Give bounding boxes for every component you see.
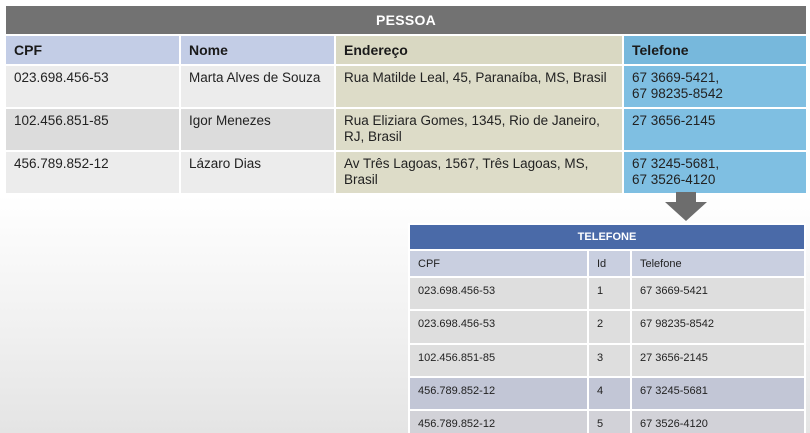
telefone-line: 27 3656-2145 bbox=[632, 113, 716, 128]
id-cell: 1 bbox=[587, 276, 632, 311]
telefone-cell: 27 3656-2145 bbox=[629, 343, 807, 378]
table-row: 102.456.851-85 Igor Menezes Rua Eliziara… bbox=[4, 107, 809, 152]
telefone-line: 67 3526-4120 bbox=[632, 172, 716, 187]
table-row: 456.789.852-12 4 67 3245-5681 bbox=[408, 376, 807, 411]
table-row: 456.789.852-12 5 67 3526-4120 bbox=[408, 409, 807, 433]
nome-cell: Igor Menezes bbox=[179, 107, 336, 152]
endereco-cell: Av Três Lagoas, 1567, Três Lagoas, MS, B… bbox=[334, 150, 624, 195]
telefone-cell: 67 3245-5681, 67 3526-4120 bbox=[621, 150, 809, 195]
id-cell: 5 bbox=[587, 409, 632, 433]
telefone-cell: 67 98235-8542 bbox=[629, 309, 807, 345]
cpf-cell: 023.698.456-53 bbox=[408, 276, 589, 311]
column-header-nome: Nome bbox=[179, 34, 336, 66]
cpf-cell: 023.698.456-53 bbox=[408, 309, 589, 345]
column-header-cpf: CPF bbox=[4, 34, 181, 66]
table-row: 023.698.456-53 2 67 98235-8542 bbox=[408, 309, 807, 345]
endereco-cell: Rua Matilde Leal, 45, Paranaíba, MS, Bra… bbox=[334, 64, 624, 109]
endereco-cell: Rua Eliziara Gomes, 1345, Rio de Janeiro… bbox=[334, 107, 624, 152]
nome-cell: Marta Alves de Souza bbox=[179, 64, 336, 109]
id-cell: 3 bbox=[587, 343, 632, 378]
table-row: 023.698.456-53 Marta Alves de Souza Rua … bbox=[4, 64, 809, 109]
pessoa-table-title: PESSOA bbox=[3, 4, 809, 36]
column-header-id: Id bbox=[587, 249, 632, 278]
down-arrow-icon bbox=[665, 192, 707, 221]
cpf-cell: 102.456.851-85 bbox=[408, 343, 589, 378]
telefone-cell: 67 3526-4120 bbox=[629, 409, 807, 433]
table-row: 023.698.456-53 1 67 3669-5421 bbox=[408, 276, 807, 311]
nome-cell: Lázaro Dias bbox=[179, 150, 336, 195]
column-header-telefone: Telefone bbox=[629, 249, 807, 278]
telefone-table-title: TELEFONE bbox=[407, 223, 807, 251]
column-header-telefone: Telefone bbox=[621, 34, 809, 66]
telefone-line: 67 98235-8542 bbox=[632, 86, 723, 101]
column-header-cpf: CPF bbox=[408, 249, 589, 278]
telefone-table: TELEFONE CPF Id Telefone 023.698.456-53 … bbox=[407, 223, 807, 433]
id-cell: 2 bbox=[587, 309, 632, 345]
cpf-cell: 456.789.852-12 bbox=[408, 409, 589, 433]
cpf-cell: 102.456.851-85 bbox=[4, 107, 181, 152]
cpf-cell: 456.789.852-12 bbox=[4, 150, 181, 195]
telefone-cell: 67 3245-5681 bbox=[629, 376, 807, 411]
table-row: 456.789.852-12 Lázaro Dias Av Três Lagoa… bbox=[4, 150, 809, 195]
column-header-endereco: Endereço bbox=[334, 34, 624, 66]
cpf-cell: 023.698.456-53 bbox=[4, 64, 181, 109]
id-cell: 4 bbox=[587, 376, 632, 411]
table-row: 102.456.851-85 3 27 3656-2145 bbox=[408, 343, 807, 378]
telefone-line: 67 3245-5681, bbox=[632, 156, 720, 171]
cpf-cell: 456.789.852-12 bbox=[408, 376, 589, 411]
telefone-cell: 67 3669-5421 bbox=[629, 276, 807, 311]
pessoa-table: PESSOA CPF Nome Endereço Telefone 023.69… bbox=[3, 4, 809, 195]
telefone-line: 67 3669-5421, bbox=[632, 70, 720, 85]
telefone-cell: 27 3656-2145 bbox=[621, 107, 809, 152]
telefone-cell: 67 3669-5421, 67 98235-8542 bbox=[621, 64, 809, 109]
